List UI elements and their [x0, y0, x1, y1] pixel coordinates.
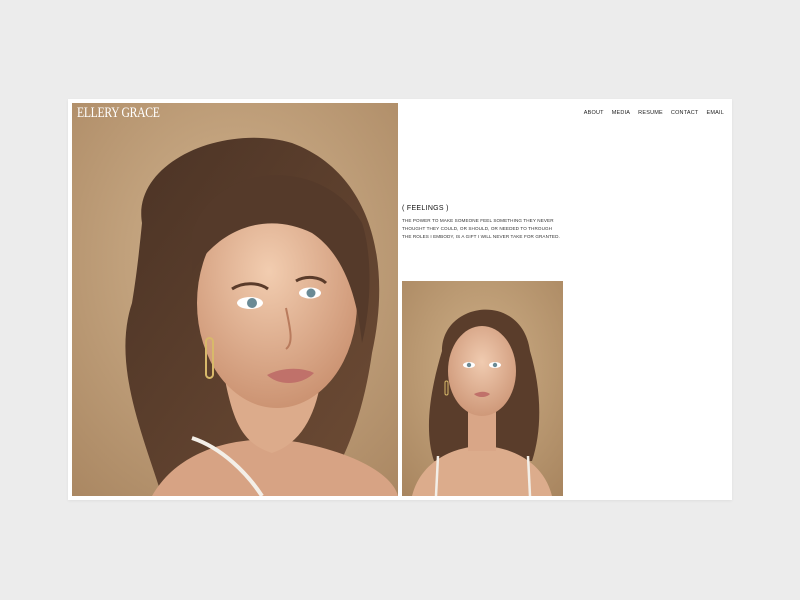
- nav-contact[interactable]: CONTACT: [671, 110, 699, 116]
- headshots-heading: #HEADSHOTS: [720, 183, 732, 495]
- headshot-photo-small[interactable]: [402, 281, 563, 496]
- nav-media[interactable]: MEDIA: [612, 110, 630, 116]
- section-body: THE POWER TO MAKE SOMEONE FEEL SOMETHING…: [402, 218, 560, 239]
- nav-email[interactable]: EMAIL: [706, 110, 724, 116]
- brand-logo[interactable]: ELLERY GRACE: [77, 105, 160, 122]
- nav-about[interactable]: ABOUT: [584, 110, 604, 116]
- main-nav: ABOUT MEDIA RESUME CONTACT EMAIL: [584, 110, 724, 116]
- portrait-illustration-small: [402, 281, 563, 496]
- nav-resume[interactable]: RESUME: [638, 110, 663, 116]
- headshot-photo-large[interactable]: [72, 103, 398, 496]
- section-title: ( FEELINGS ): [402, 205, 449, 212]
- portrait-illustration-large: [72, 103, 398, 496]
- portfolio-page: ELLERY GRACE ABOUT MEDIA RESUME CONTACT …: [68, 99, 732, 500]
